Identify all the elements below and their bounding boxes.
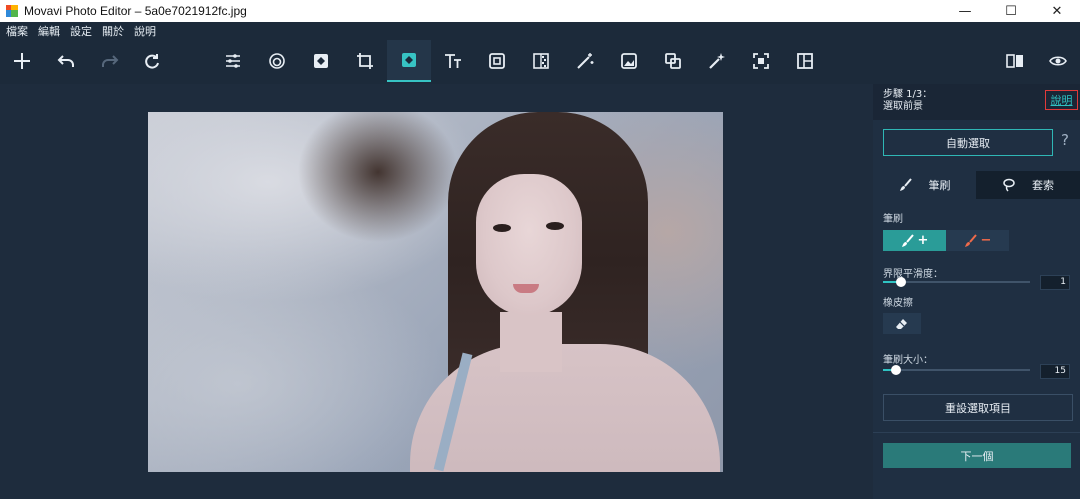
menu-file[interactable]: 檔案 (6, 23, 28, 39)
tool-replace[interactable] (607, 40, 651, 82)
edge-smoothing-slider[interactable] (883, 277, 1030, 287)
step-info: 步驟 1/3： 選取前景 (883, 89, 932, 113)
tool-object-removal[interactable] (695, 40, 739, 82)
undo-icon (57, 55, 74, 67)
background-removal-icon (402, 53, 416, 67)
tool-filters[interactable] (255, 40, 299, 82)
tool-selection[interactable] (739, 40, 783, 82)
movavi-logo-icon (6, 5, 18, 17)
panel-divider (873, 432, 1080, 433)
canvas-area[interactable] (0, 84, 873, 499)
tab-lasso-label: 套索 (1032, 179, 1054, 192)
window-title: Movavi Photo Editor – 5a0e7021912fc.jpg (24, 4, 247, 18)
frames-icon (489, 53, 505, 69)
compare-button[interactable] (993, 40, 1037, 82)
lasso-icon (1003, 178, 1015, 192)
right-eye (546, 222, 564, 230)
step-counter: 步驟 1/3： (883, 89, 933, 100)
brush-remove-button[interactable]: − (946, 230, 1009, 251)
auto-select-button[interactable]: 自動選取 (883, 129, 1053, 156)
undo-button[interactable] (44, 40, 88, 82)
magic-enhance-icon (577, 53, 594, 69)
photo-canvas[interactable] (148, 112, 723, 472)
eraser-button[interactable] (883, 313, 921, 334)
background-removal-panel: 步驟 1/3： 選取前景 說明 自動選取 ? 筆刷 套索 筆刷 + − 界限平滑… (873, 84, 1080, 499)
brush-remove-icon (964, 233, 977, 247)
preview-button[interactable] (1036, 40, 1080, 82)
crop-icon (357, 53, 373, 69)
menu-about[interactable]: 關於 (102, 23, 124, 39)
next-button[interactable]: 下一個 (883, 443, 1071, 468)
eraser-icon (896, 318, 907, 329)
reset-selection-button[interactable]: 重設選取項目 (883, 394, 1073, 421)
tool-background-removal[interactable] (387, 40, 431, 82)
compare-icon (1006, 54, 1023, 68)
brush-size-slider[interactable] (883, 365, 1030, 375)
brush-size-label: 筆刷大小： (883, 355, 933, 366)
edge-smoothing-thumb[interactable] (896, 277, 906, 287)
edge-smoothing-label: 界限平滑度： (883, 269, 943, 280)
tool-noise[interactable] (519, 40, 563, 82)
adjust-icon (226, 54, 240, 68)
eraser-label: 橡皮擦 (883, 298, 913, 309)
brush-size-value[interactable]: 15 (1040, 364, 1070, 379)
replace-icon (621, 53, 637, 69)
selection-icon (753, 53, 769, 69)
preview-icon (1049, 56, 1067, 66)
maximize-button[interactable]: ☐ (988, 0, 1034, 22)
close-button[interactable]: ✕ (1034, 0, 1080, 22)
tool-text[interactable] (431, 40, 475, 82)
tool-magic-enhance[interactable] (563, 40, 607, 82)
face (476, 174, 582, 316)
tool-crop[interactable] (343, 40, 387, 82)
tab-lasso[interactable]: 套索 (976, 171, 1080, 199)
brush-section-label: 筆刷 (883, 214, 903, 225)
add-button[interactable] (0, 40, 44, 82)
blossom-background (148, 252, 448, 472)
tool-adjust[interactable] (211, 40, 255, 82)
brush-remove-sign: − (980, 233, 992, 248)
menu-bar: 檔案 編輯 設定 關於 說明 (0, 22, 1080, 40)
redo-button[interactable] (88, 40, 132, 82)
clone-icon (665, 53, 681, 69)
tool-clone[interactable] (651, 40, 695, 82)
noise-icon (533, 53, 549, 69)
layout-icon (797, 53, 813, 69)
menu-edit[interactable]: 編輯 (38, 23, 60, 39)
title-bar: Movavi Photo Editor – 5a0e7021912fc.jpg … (0, 0, 1080, 22)
filters-icon (269, 53, 285, 69)
minimize-button[interactable]: — (942, 0, 988, 22)
tool-retouch[interactable] (299, 40, 343, 82)
step-header: 步驟 1/3： 選取前景 說明 (873, 84, 1080, 120)
toolbar (0, 40, 1080, 84)
tool-layout[interactable] (783, 40, 827, 82)
object-removal-icon (709, 53, 725, 69)
menu-help[interactable]: 說明 (134, 23, 156, 39)
tab-brush[interactable]: 筆刷 (873, 171, 976, 199)
selection-tabs: 筆刷 套索 (873, 171, 1080, 199)
brush-size-thumb[interactable] (891, 365, 901, 375)
brush-icon (899, 178, 912, 191)
tool-frames[interactable] (475, 40, 519, 82)
rotate-icon (145, 54, 159, 69)
edge-smoothing-value[interactable]: 1 (1040, 275, 1070, 290)
brush-add-sign: + (917, 233, 929, 248)
add-icon (14, 53, 30, 69)
help-link[interactable]: 說明 (1045, 90, 1078, 110)
text-icon (445, 54, 461, 68)
brush-add-icon (901, 233, 914, 247)
step-title: 選取前景 (883, 101, 923, 112)
tab-brush-label: 筆刷 (928, 179, 951, 192)
redo-icon (102, 55, 119, 67)
question-icon[interactable]: ? (1061, 131, 1069, 149)
rotate-button[interactable] (130, 40, 174, 82)
menu-settings[interactable]: 設定 (70, 23, 92, 39)
retouch-icon (314, 54, 328, 68)
brush-add-button[interactable]: + (883, 230, 946, 251)
neck (500, 312, 562, 372)
left-eye (493, 224, 511, 232)
